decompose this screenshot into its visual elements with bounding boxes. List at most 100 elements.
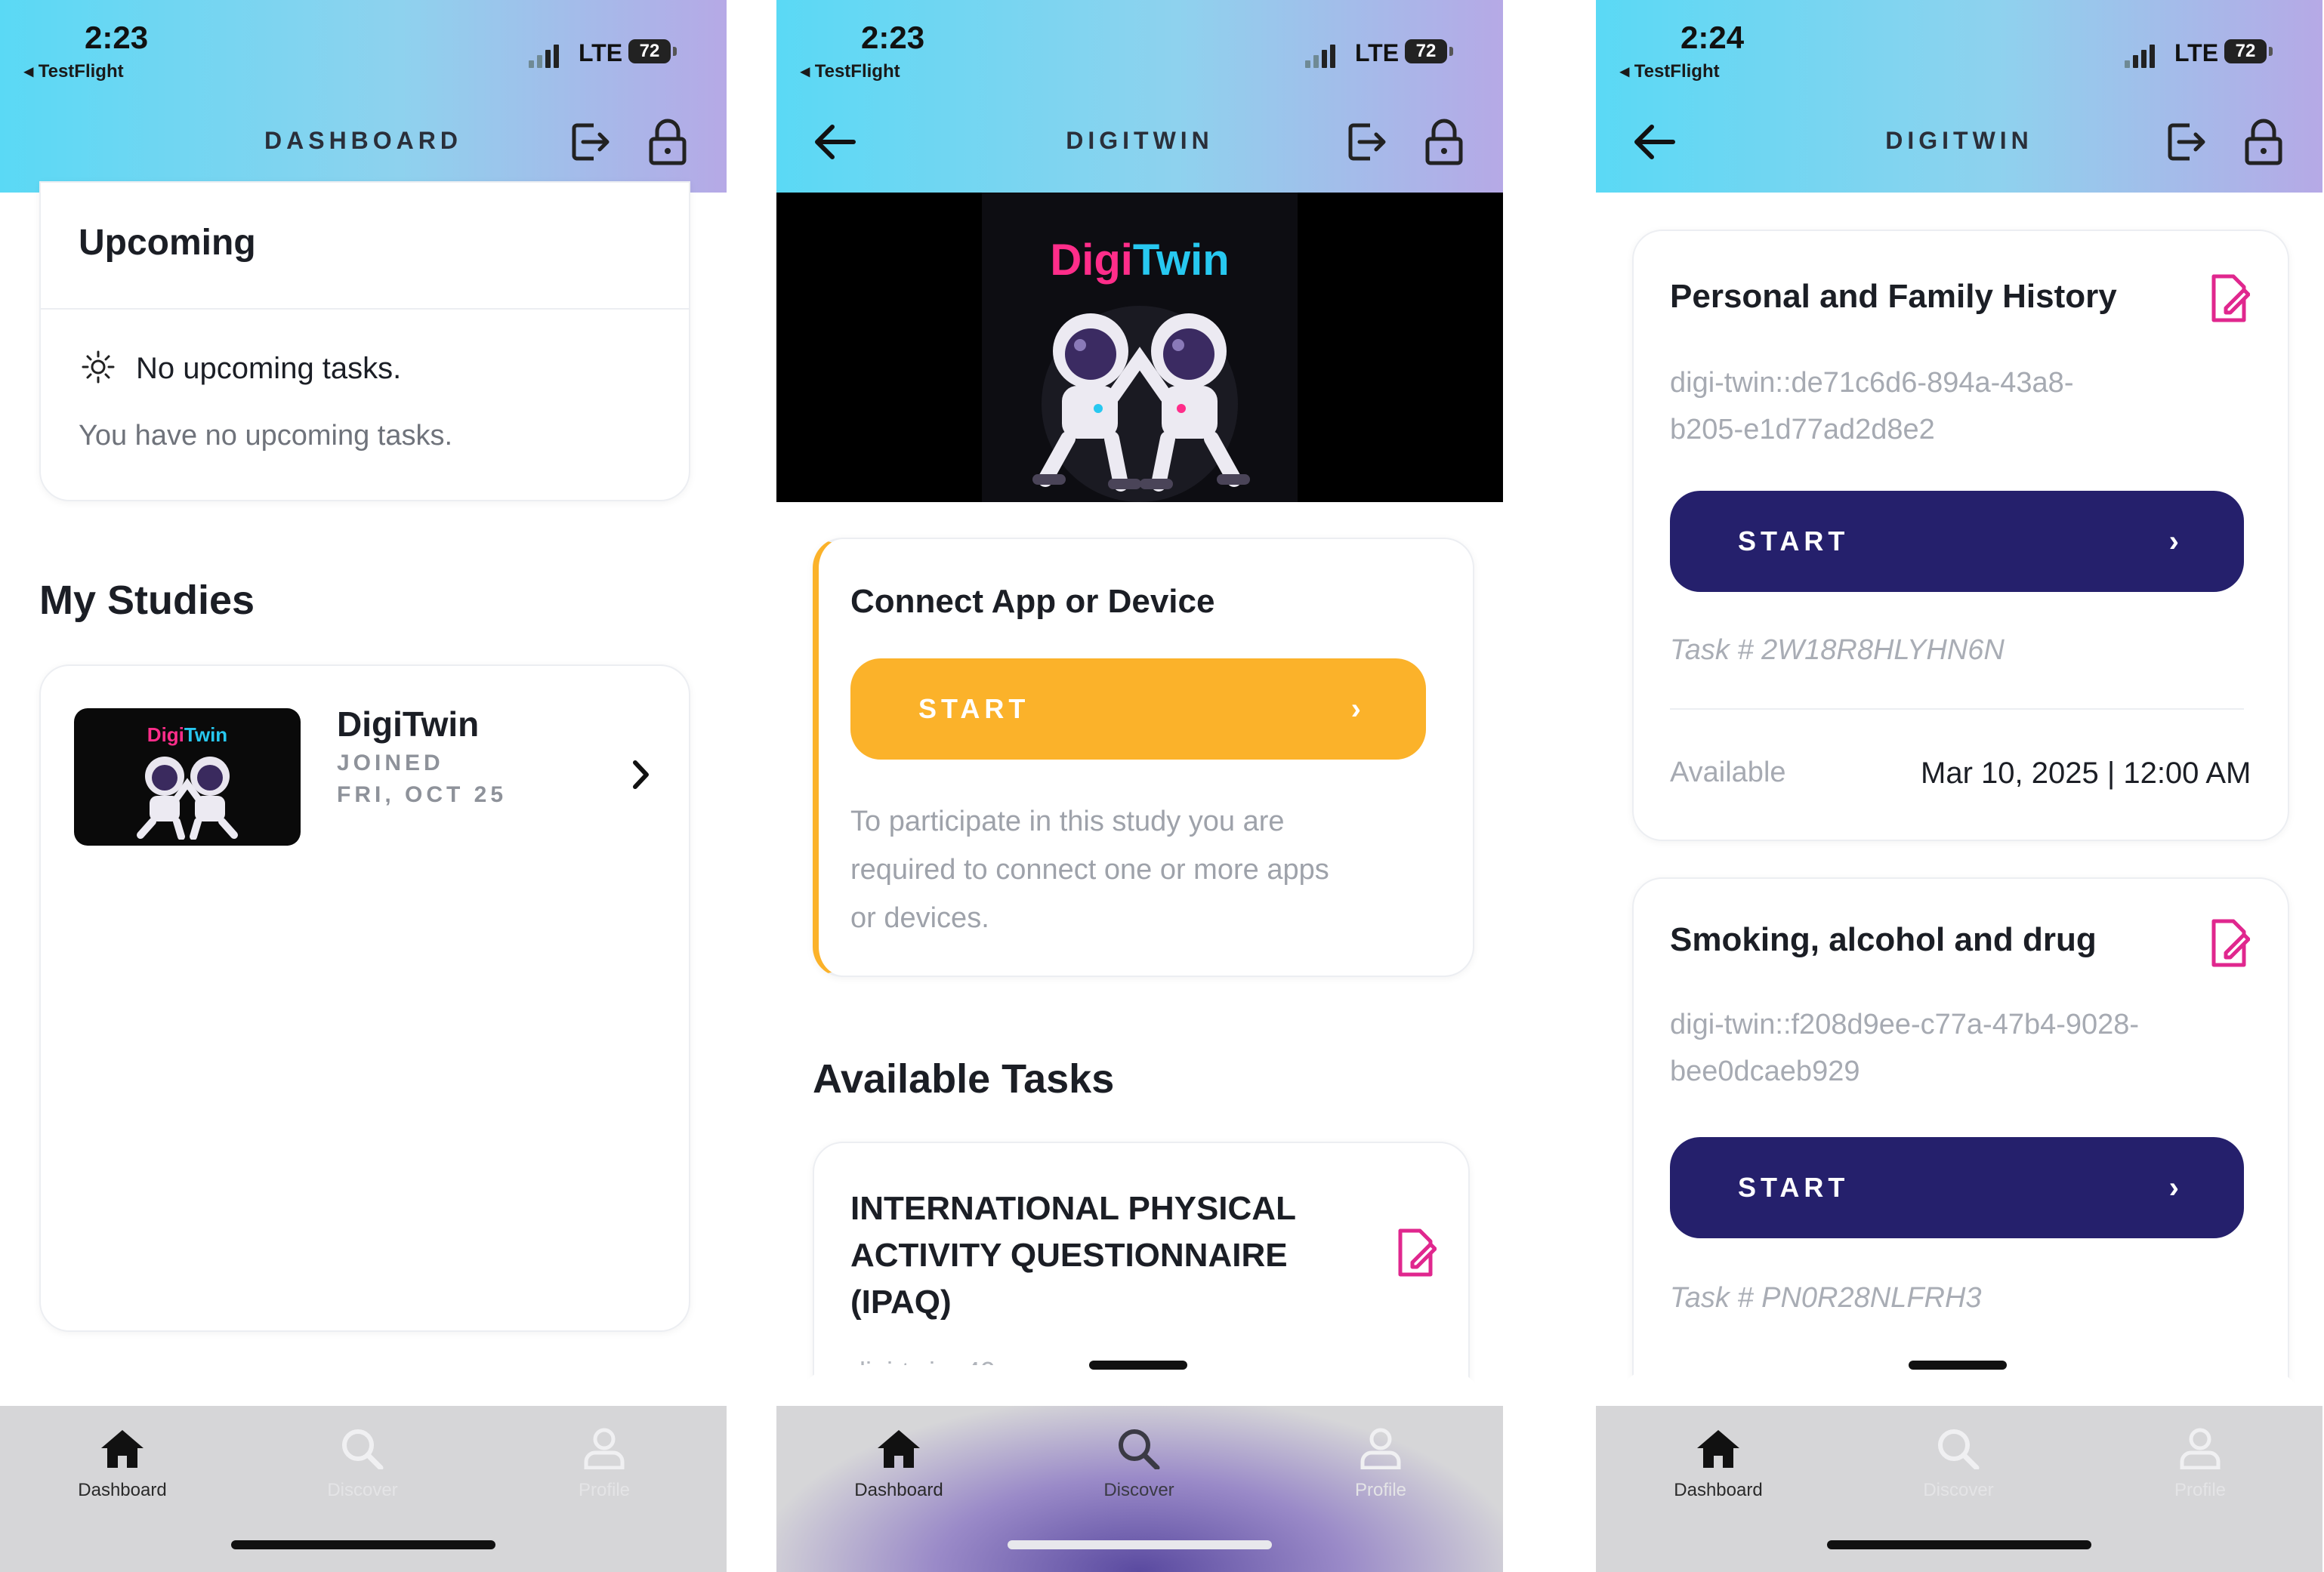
tab-discover[interactable]: Discover [1063, 1427, 1214, 1501]
logout-icon[interactable] [568, 119, 613, 165]
battery-icon: 72 [1405, 39, 1453, 63]
no-tasks-heading: No upcoming tasks. [136, 352, 402, 385]
chevron-right-icon: › [2168, 525, 2184, 558]
tab-bar: Dashboard Discover Profile [0, 1406, 727, 1572]
tab-label: Dashboard [1674, 1480, 1763, 1500]
person-icon [1360, 1428, 1401, 1469]
connect-title: Connect App or Device [850, 583, 1215, 620]
back-app-label: TestFlight [814, 61, 900, 82]
chevron-right-icon[interactable] [631, 760, 651, 790]
task-title: Smoking, alcohol and drug [1670, 921, 2097, 958]
tab-dashboard[interactable]: Dashboard [47, 1427, 198, 1501]
search-icon [1119, 1429, 1160, 1469]
study-banner: DigiTwin [776, 193, 1503, 502]
page-title: DIGITWIN [1066, 127, 1214, 154]
astronaut-duo-image [1032, 306, 1250, 502]
divider [41, 308, 689, 310]
task-title: INTERNATIONAL PHYSICAL ACTIVITY QUESTION… [850, 1190, 1296, 1321]
button-label: START [1738, 526, 1850, 556]
task-number: Task # PN0R28NLFRH3 [1670, 1282, 1982, 1314]
button-label: START [1738, 1172, 1850, 1203]
battery-icon: 72 [2224, 39, 2273, 63]
signal-icon [529, 42, 569, 68]
search-icon [342, 1429, 384, 1469]
person-icon [2180, 1428, 2221, 1469]
tab-bar: Dashboard Discover Profile [1596, 1406, 2322, 1572]
tab-label: Profile [2174, 1480, 2227, 1500]
chevron-right-icon: › [1350, 692, 1366, 726]
header-bar: 2:23 ◂ TestFlight LTE 72 DIGITWIN [776, 0, 1503, 193]
lock-icon[interactable] [647, 118, 689, 166]
survey-doc-icon [2211, 274, 2250, 322]
connect-card: Connect App or Device START › To partici… [813, 538, 1474, 977]
logout-icon[interactable] [1344, 119, 1390, 165]
banner-logo-panel: DigiTwin [982, 193, 1298, 502]
study-name: DigiTwin [337, 704, 480, 744]
task-number: Task # 2W18R8HLYHN6N [1670, 634, 2005, 666]
survey-doc-icon [2211, 919, 2250, 967]
my-studies-title: My Studies [39, 578, 255, 623]
home-icon [878, 1430, 920, 1468]
network-label: LTE [579, 39, 623, 66]
home-indicator [1827, 1540, 2091, 1549]
lock-icon[interactable] [2242, 118, 2285, 166]
connect-start-button[interactable]: START › [850, 658, 1426, 760]
tab-profile[interactable]: Profile [529, 1427, 680, 1501]
sheet-grabber[interactable] [1909, 1361, 2007, 1370]
task-id: digi-twin::de71c6d6-894a-43a8- b205-e1d7… [1670, 367, 2074, 445]
network-label: LTE [2174, 39, 2219, 66]
back-to-testflight[interactable]: ◂ TestFlight [24, 60, 124, 82]
search-icon [1938, 1429, 1980, 1469]
tab-label: Dashboard [78, 1480, 167, 1500]
button-label: START [918, 693, 1030, 724]
astronaut-duo-image [137, 757, 238, 840]
lock-icon[interactable] [1423, 118, 1465, 166]
tab-label: Profile [578, 1480, 631, 1500]
tab-label: Discover [1103, 1480, 1174, 1500]
chevron-right-icon: › [2168, 1171, 2184, 1204]
task-id: digi-twin::f208d9ee-c77a-47b4-9028- bee0… [1670, 1009, 2140, 1087]
tab-dashboard[interactable]: Dashboard [823, 1427, 974, 1501]
battery-icon: 72 [628, 39, 677, 63]
home-indicator [231, 1540, 495, 1549]
dashboard-screen: 2:23 ◂ TestFlight LTE 72 DASHBOARD Upcom… [0, 0, 727, 1572]
signal-icon [2125, 42, 2165, 68]
task-start-button[interactable]: START › [1670, 1137, 2244, 1238]
tab-discover[interactable]: Discover [1883, 1427, 2034, 1501]
task-title: Personal and Family History [1670, 278, 2117, 315]
tab-profile[interactable]: Profile [2125, 1427, 2276, 1501]
page-title: DIGITWIN [1885, 127, 2033, 154]
joined-date: FRI, OCT 25 [337, 782, 508, 807]
study-card[interactable]: DigiTwin DigiTwin JOINED FRI, OCT 25 [39, 664, 690, 1332]
available-tasks-title: Available Tasks [813, 1056, 1115, 1102]
connect-description: To participate in this study you are req… [850, 806, 1329, 934]
status-time: 2:23 [861, 20, 925, 55]
joined-label: JOINED [337, 751, 444, 775]
page-title: DASHBOARD [264, 127, 462, 154]
task-card: Personal and Family History digi-twin::d… [1632, 230, 2289, 841]
no-tasks-body: You have no upcoming tasks. [79, 420, 453, 452]
study-thumbnail: DigiTwin [74, 708, 301, 846]
person-icon [584, 1428, 625, 1469]
logout-icon[interactable] [2164, 119, 2209, 165]
tab-label: Discover [1923, 1480, 1994, 1500]
status-time: 2:24 [1681, 20, 1745, 55]
home-indicator [1008, 1540, 1272, 1549]
tab-dashboard[interactable]: Dashboard [1643, 1427, 1794, 1501]
network-label: LTE [1355, 39, 1400, 66]
back-to-testflight[interactable]: ◂ TestFlight [1620, 60, 1720, 82]
available-date: Mar 10, 2025 | 12:00 AM [1921, 757, 2251, 790]
tab-profile[interactable]: Profile [1305, 1427, 1456, 1501]
thumbnail-logo: DigiTwin [147, 723, 228, 746]
sheet-grabber[interactable] [1089, 1361, 1187, 1370]
tab-discover[interactable]: Discover [287, 1427, 438, 1501]
back-to-testflight[interactable]: ◂ TestFlight [801, 60, 900, 82]
home-icon [1697, 1430, 1739, 1468]
divider [1670, 708, 2244, 710]
tab-bar: Dashboard Discover Profile [776, 1406, 1503, 1572]
survey-doc-icon [1398, 1228, 1437, 1277]
status-time: 2:23 [85, 20, 149, 55]
back-app-label: TestFlight [38, 61, 124, 82]
study-tasks-screen: 2:24 ◂ TestFlight LTE 72 DIGITWIN Person… [1596, 0, 2322, 1572]
task-start-button[interactable]: START › [1670, 491, 2244, 592]
